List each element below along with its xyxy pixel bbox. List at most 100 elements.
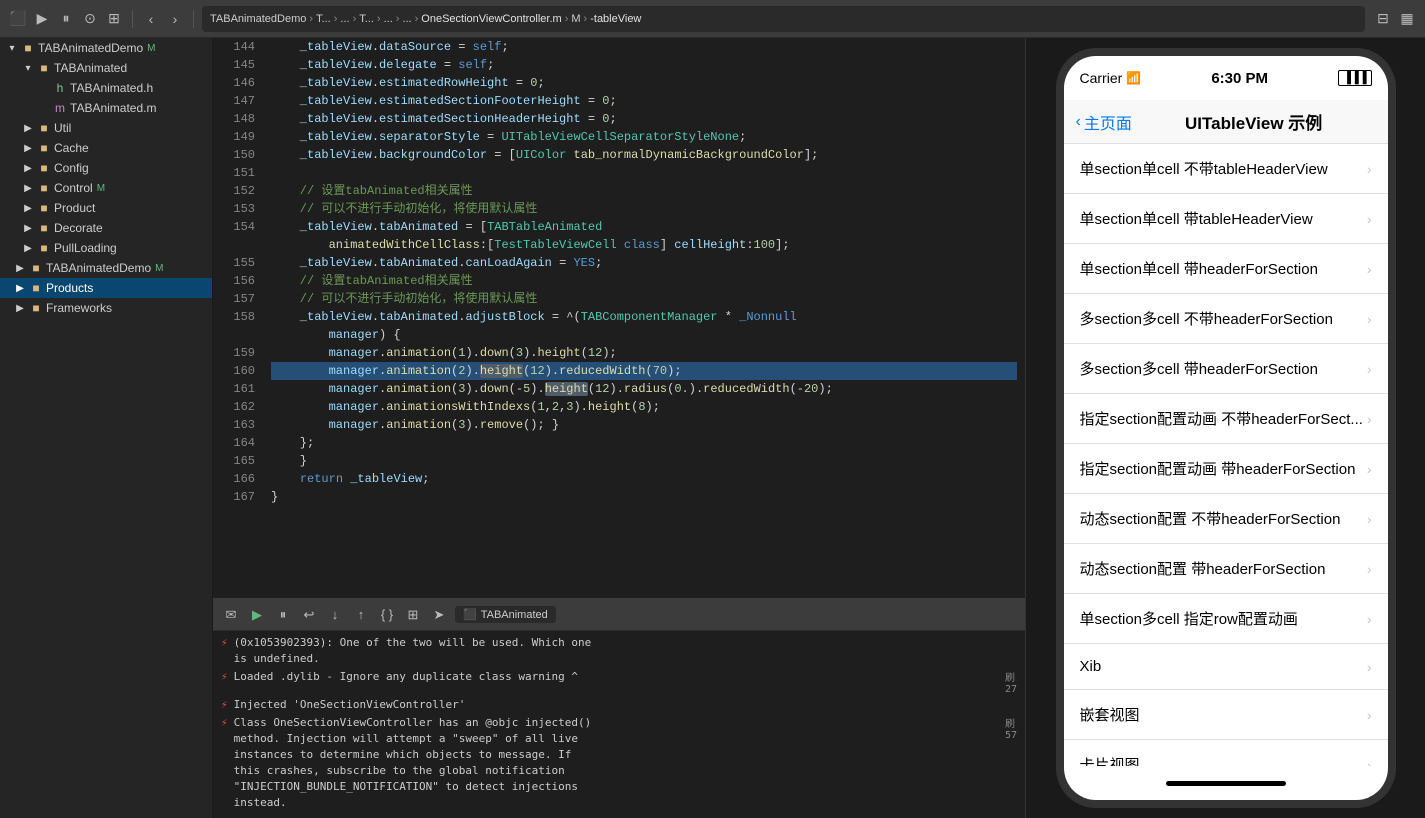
sidebar-item-product[interactable]: ▶ ■ Product: [0, 198, 212, 218]
sidebar-item-products[interactable]: ▶ ■ Products: [0, 278, 212, 298]
phone-list-item[interactable]: 多section多cell 带headerForSection ›: [1064, 344, 1388, 394]
code-area[interactable]: 144 145 146 147 148 149 150 151 152 153 …: [213, 38, 1025, 598]
icon-inspector[interactable]: ⊟: [1373, 9, 1393, 29]
sidebar-item-h[interactable]: h TABAnimated.h: [0, 78, 212, 98]
phone-home-bar: [1166, 781, 1286, 786]
phone-list-item[interactable]: 动态section配置 带headerForSection›: [1064, 544, 1388, 594]
sidebar-item-project[interactable]: ▾ ■ TABAnimatedDemo M: [0, 38, 212, 58]
breadcrumb-item-4[interactable]: T...: [359, 13, 374, 25]
code-line-147: _tableView.estimatedSectionFooterHeight …: [271, 92, 1017, 110]
icon-stop[interactable]: ⬛: [8, 9, 28, 29]
code-line-149: _tableView.separatorStyle = UITableViewC…: [271, 128, 1017, 146]
log-text-4: Class OneSectionViewController has an @o…: [234, 715, 592, 811]
icon-grid[interactable]: ⊞: [104, 9, 124, 29]
phone-list-item[interactable]: 多section多cell 不带headerForSection›: [1064, 294, 1388, 344]
phone-list-item-text: 嵌套视图: [1080, 704, 1140, 725]
phone-list-item[interactable]: 单section单cell 带tableHeaderView›: [1064, 194, 1388, 244]
breadcrumb-item-1[interactable]: TABAnimatedDemo: [210, 13, 306, 25]
expand-arrow-project: ▾: [4, 43, 20, 54]
phone-list-item[interactable]: 指定section配置动画 不带headerForSect...›: [1064, 394, 1388, 444]
sidebar-item-label-products: Products: [46, 281, 93, 295]
breadcrumb-item-7[interactable]: OneSectionViewController.m: [421, 13, 561, 25]
debug-toolbar: ✉ ▶ ⏸ ↩ ↓ ↑ { } ⊞ ➤ ⬛ TABAnimated: [213, 599, 1025, 631]
debug-icon-message[interactable]: ✉: [221, 605, 241, 625]
code-line-162: manager.animationsWithIndexs(1,2,3).heig…: [271, 398, 1017, 416]
main-area: ▾ ■ TABAnimatedDemo M ▾ ■ TABAnimated h …: [0, 38, 1425, 818]
sidebar-item-tabanimated[interactable]: ▾ ■ TABAnimated: [0, 58, 212, 78]
phone-list-item[interactable]: 单section多cell 指定row配置动画›: [1064, 594, 1388, 644]
debug-log[interactable]: ⚡ (0x1053902393): One of the two will be…: [213, 631, 1025, 818]
phone-list-item-text: 多section多cell 带headerForSection: [1080, 358, 1318, 379]
code-line-148: _tableView.estimatedSectionHeaderHeight …: [271, 110, 1017, 128]
phone-time: 6:30 PM: [1141, 70, 1338, 87]
log-line-1: ⚡ (0x1053902393): One of the two will be…: [221, 635, 1017, 667]
icon-layout[interactable]: ▦: [1397, 9, 1417, 29]
phone-list-item-text: 动态section配置 带headerForSection: [1080, 558, 1326, 579]
log-text-3: Injected 'OneSectionViewController': [234, 697, 466, 713]
phone-back-button[interactable]: ‹ 主页面: [1076, 110, 1132, 134]
debug-icon-play[interactable]: ▶: [247, 605, 267, 625]
sidebar-item-control[interactable]: ▶ ■ Control M: [0, 178, 212, 198]
m-file-icon: m: [52, 101, 68, 115]
chevron-right-icon: ›: [1367, 461, 1372, 477]
breadcrumb-item-5[interactable]: ...: [384, 13, 393, 25]
back-chevron-icon: ‹: [1076, 113, 1081, 131]
chevron-right-icon: ›: [1367, 361, 1372, 377]
icon-pause[interactable]: ⏸: [56, 9, 76, 29]
log-text-1: (0x1053902393): One of the two will be u…: [234, 635, 592, 667]
phone-list-item-text: Xib: [1080, 658, 1102, 675]
sidebar-item-config[interactable]: ▶ ■ Config: [0, 158, 212, 178]
phone-list-item[interactable]: 卡片视图›: [1064, 740, 1388, 766]
phone-carrier: Carrier: [1080, 70, 1123, 86]
debug-icon-step-in[interactable]: ↓: [325, 605, 345, 625]
breadcrumb-item-9[interactable]: -tableView: [590, 13, 641, 25]
folder-icon-tabanimated: ■: [36, 61, 52, 75]
icon-run[interactable]: ▶: [32, 9, 52, 29]
phone-list-item[interactable]: Xib›: [1064, 644, 1388, 690]
code-line-164: };: [271, 434, 1017, 452]
sidebar-item-label-pullloading: PullLoading: [54, 241, 117, 255]
sidebar-item-util[interactable]: ▶ ■ Util: [0, 118, 212, 138]
debug-icon-grid[interactable]: ⊞: [403, 605, 423, 625]
chevron-right-icon: ›: [1367, 211, 1372, 227]
debug-icon-pause[interactable]: ⏸: [273, 605, 293, 625]
debug-icon-step-out[interactable]: ↑: [351, 605, 371, 625]
phone-list-item-text: 动态section配置 不带headerForSection: [1080, 508, 1341, 529]
debug-icon-step-over[interactable]: ↩: [299, 605, 319, 625]
breadcrumb-item-3[interactable]: ...: [340, 13, 349, 25]
chevron-right-icon: ›: [1367, 757, 1372, 767]
phone-list-item[interactable]: 嵌套视图›: [1064, 690, 1388, 740]
phone-list-item[interactable]: 单section单cell 不带tableHeaderView›: [1064, 144, 1388, 194]
sidebar-item-frameworks[interactable]: ▶ ■ Frameworks: [0, 298, 212, 318]
phone-list-item-text: 指定section配置动画 带headerForSection: [1080, 458, 1356, 479]
back-label: 主页面: [1084, 110, 1132, 134]
breadcrumb-item-2[interactable]: T...: [316, 13, 331, 25]
sidebar-item-m[interactable]: m TABAnimated.m: [0, 98, 212, 118]
debug-tab-icon: ⬛: [463, 608, 477, 621]
code-line-160: manager.animation(2).height(12).reducedW…: [271, 362, 1017, 380]
sidebar-item-label-product: Product: [54, 201, 95, 215]
sidebar-item-decorate[interactable]: ▶ ■ Decorate: [0, 218, 212, 238]
code-line-159: manager.animation(1).down(3).height(12);: [271, 344, 1017, 362]
log-icon-3: ⚡: [221, 698, 228, 711]
phone-list[interactable]: 单section单cell 不带tableHeaderView›单section…: [1064, 144, 1388, 766]
phone-list-item[interactable]: 单section单cell 带headerForSection›: [1064, 244, 1388, 294]
phone-list-item[interactable]: 指定section配置动画 带headerForSection ›: [1064, 444, 1388, 494]
breadcrumb-item-6[interactable]: ...: [402, 13, 411, 25]
debug-tab-tabanimated[interactable]: ⬛ TABAnimated: [455, 606, 556, 623]
code-line-157: // 可以不进行手动初始化，将使用默认属性: [271, 290, 1017, 308]
sidebar-item-cache[interactable]: ▶ ■ Cache: [0, 138, 212, 158]
nav-back[interactable]: ‹: [141, 9, 161, 29]
code-line-151: [271, 164, 1017, 182]
chevron-right-icon: ›: [1367, 411, 1372, 427]
debug-icon-share[interactable]: ➤: [429, 605, 449, 625]
nav-forward[interactable]: ›: [165, 9, 185, 29]
log-line-3: ⚡ Injected 'OneSectionViewController': [221, 697, 1017, 713]
sidebar-item-tabanimateddemo[interactable]: ▶ ■ TABAnimatedDemo M: [0, 258, 212, 278]
icon-circle[interactable]: ⊙: [80, 9, 100, 29]
h-file-icon: h: [52, 81, 68, 95]
sidebar-item-pullloading[interactable]: ▶ ■ PullLoading: [0, 238, 212, 258]
debug-icon-bracket[interactable]: { }: [377, 605, 397, 625]
breadcrumb-item-8[interactable]: M: [571, 13, 580, 25]
phone-list-item[interactable]: 动态section配置 不带headerForSection›: [1064, 494, 1388, 544]
